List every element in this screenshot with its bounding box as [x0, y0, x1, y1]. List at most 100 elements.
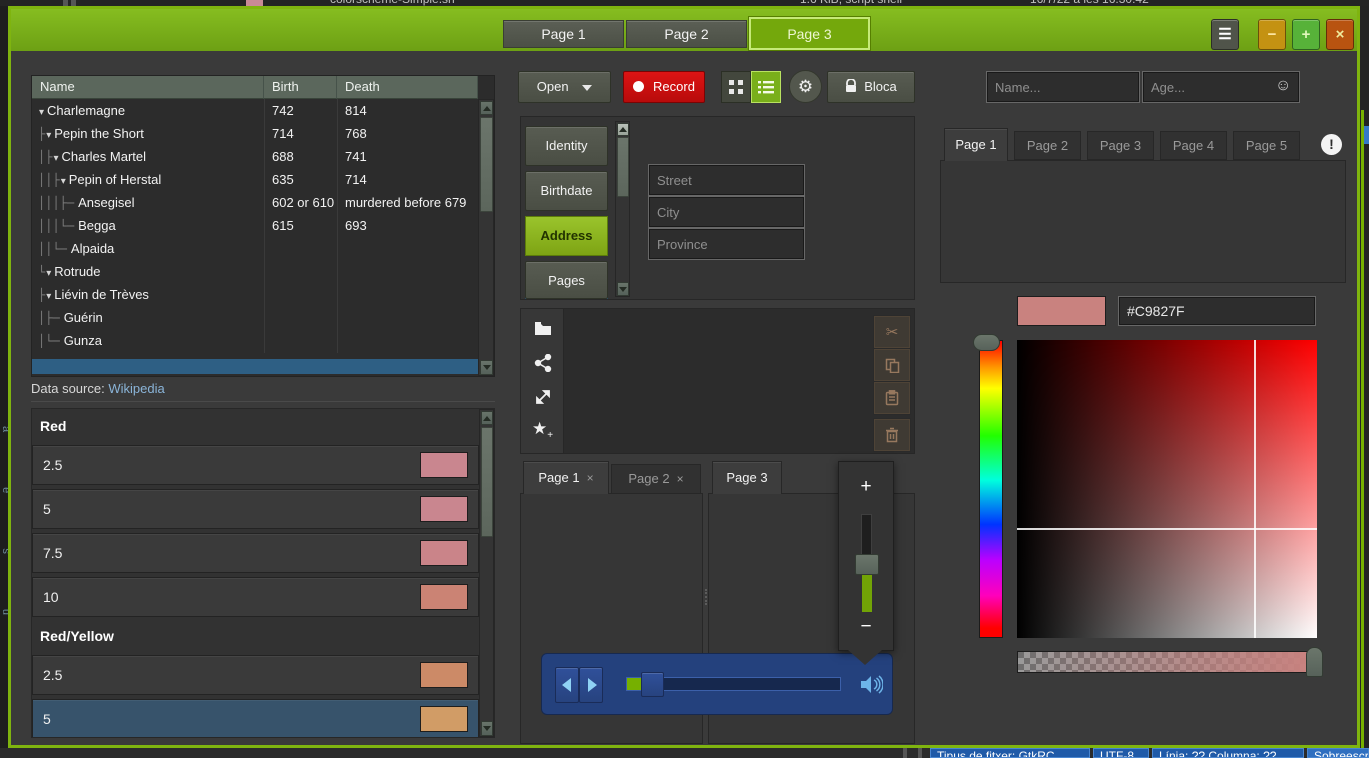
maximize-button[interactable]: +: [1292, 19, 1320, 50]
close-button[interactable]: ×: [1326, 19, 1354, 50]
column-header-death[interactable]: Death: [337, 76, 478, 99]
scroll-down-button[interactable]: [617, 282, 629, 296]
street-field[interactable]: [648, 164, 805, 196]
sidebar-item-identity[interactable]: Identity: [525, 126, 608, 166]
scrollbar-thumb[interactable]: [481, 427, 493, 537]
settings-button[interactable]: ⚙: [789, 70, 822, 103]
zoom-in-button[interactable]: +: [839, 476, 893, 498]
table-row[interactable]: ││└─Alpaida: [32, 237, 478, 260]
alpha-slider-handle[interactable]: [1306, 647, 1323, 677]
status-position: Línia: ?? Columna: ??: [1152, 748, 1304, 758]
delete-button-disabled[interactable]: [873, 418, 911, 452]
tab-right-page2[interactable]: Page 2: [1014, 131, 1081, 160]
expander-icon[interactable]: ▾: [45, 130, 54, 141]
hue-slider[interactable]: [979, 340, 1003, 638]
scroll-down-button[interactable]: [480, 360, 493, 375]
saturation-value-plane[interactable]: [1017, 340, 1317, 638]
seek-slider-handle[interactable]: [641, 672, 664, 697]
list-item-selected[interactable]: 5: [32, 699, 479, 738]
scroll-up-button[interactable]: [480, 101, 493, 115]
table-row[interactable]: │└─Gunza: [32, 329, 478, 352]
tab-mid-page2[interactable]: Page 2×: [611, 464, 701, 494]
open-button[interactable]: Open: [518, 71, 611, 103]
warning-icon[interactable]: !: [1321, 134, 1342, 155]
list-item[interactable]: 7.5: [32, 533, 479, 573]
hex-color-input[interactable]: [1118, 296, 1316, 326]
tree-scrollbar[interactable]: [478, 99, 494, 376]
name-input[interactable]: [986, 71, 1140, 103]
record-button[interactable]: Record: [623, 71, 705, 103]
hue-slider-handle[interactable]: [973, 334, 1000, 351]
selected-row[interactable]: [32, 359, 478, 374]
sidebar-item-birthdate[interactable]: Birthdate: [525, 171, 608, 211]
expander-icon[interactable]: ▾: [45, 291, 54, 302]
expander-icon[interactable]: ▾: [45, 268, 54, 279]
list-item[interactable]: 2.5: [32, 445, 479, 485]
tab-close-icon[interactable]: ×: [677, 472, 684, 486]
share-icon[interactable]: [534, 354, 552, 372]
fullscreen-icon[interactable]: [534, 388, 552, 406]
titlebar-tab-page1[interactable]: Page 1: [503, 20, 624, 48]
tab-close-icon[interactable]: ×: [587, 471, 594, 485]
tab-right-page1[interactable]: Page 1: [944, 128, 1008, 161]
tab-mid-page1[interactable]: Page 1×: [523, 461, 609, 494]
titlebar-tab-page3[interactable]: Page 3: [749, 17, 870, 50]
lock-icon: [845, 79, 857, 93]
previous-button[interactable]: [555, 667, 579, 703]
next-button[interactable]: [579, 667, 603, 703]
minimize-button[interactable]: −: [1258, 19, 1286, 50]
star-new-icon[interactable]: ★+: [532, 419, 553, 441]
paste-button-disabled[interactable]: [873, 381, 911, 415]
tab-right-page4[interactable]: Page 4: [1160, 131, 1227, 160]
column-header-name[interactable]: Name: [32, 76, 264, 99]
expander-icon[interactable]: ▾: [38, 107, 47, 118]
background-editor-strip: t t t e a a e s u: [0, 6, 8, 748]
table-row[interactable]: ├▾Pepin the Short 714 768: [32, 122, 478, 145]
list-item[interactable]: 2.5: [32, 655, 479, 695]
lock-button[interactable]: Bloca: [827, 71, 915, 103]
table-row[interactable]: ││├▾Pepin of Herstal 635 714: [32, 168, 478, 191]
list-item[interactable]: 10: [32, 577, 479, 617]
titlebar[interactable]: Page 1 Page 2 Page 3 ☰ − + ×: [11, 9, 1357, 51]
table-row[interactable]: │├─Guérin: [32, 306, 478, 329]
smiley-icon[interactable]: ☺: [1275, 77, 1291, 95]
copy-button-disabled[interactable]: [873, 348, 911, 382]
zoom-slider-handle[interactable]: [855, 554, 879, 575]
menu-button[interactable]: ☰: [1211, 19, 1239, 50]
table-row[interactable]: └▾Rotrude: [32, 260, 478, 283]
cut-button-disabled[interactable]: ✂: [873, 315, 911, 349]
titlebar-tab-page2[interactable]: Page 2: [626, 20, 747, 48]
scrollbar-thumb[interactable]: [480, 117, 493, 212]
zoom-out-button[interactable]: −: [839, 616, 893, 638]
table-row[interactable]: ├▾Liévin de Trèves: [32, 283, 478, 306]
sidebar-item-pages[interactable]: Pages: [525, 261, 608, 299]
table-row[interactable]: │├▾Charles Martel 688 741: [32, 145, 478, 168]
expander-icon[interactable]: ▾: [60, 176, 69, 187]
tab-right-page5[interactable]: Page 5: [1233, 131, 1300, 160]
alpha-slider[interactable]: [1017, 651, 1314, 673]
scrollbar-thumb[interactable]: [617, 137, 629, 197]
list-view-toggle-active[interactable]: [751, 71, 781, 103]
scissors-icon: ✂: [886, 323, 899, 341]
current-color-swatch[interactable]: [1017, 296, 1106, 326]
scroll-down-button[interactable]: [481, 721, 493, 736]
column-header-birth[interactable]: Birth: [264, 76, 337, 99]
scroll-up-button[interactable]: [481, 411, 493, 425]
list-scrollbar[interactable]: [479, 409, 494, 737]
table-row[interactable]: ▾Charlemagne 742 814: [32, 99, 478, 122]
wikipedia-link[interactable]: Wikipedia: [108, 381, 164, 396]
table-row[interactable]: │││└─Begga 615 693: [32, 214, 478, 237]
sidebar-item-address-active[interactable]: Address: [525, 216, 608, 256]
grid-view-toggle[interactable]: [721, 71, 751, 103]
city-field[interactable]: [648, 196, 805, 228]
scroll-up-button[interactable]: [617, 123, 629, 136]
list-item[interactable]: 5: [32, 489, 479, 529]
form-scrollbar[interactable]: [615, 121, 630, 297]
tab-mid-page3[interactable]: Page 3: [712, 461, 782, 494]
tab-right-page3[interactable]: Page 3: [1087, 131, 1154, 160]
folder-icon[interactable]: [534, 321, 552, 336]
province-field[interactable]: [648, 228, 805, 260]
table-row[interactable]: │││├─Ansegisel 602 or 610 murdered befor…: [32, 191, 478, 214]
zoom-slider-trough-upper[interactable]: [861, 514, 872, 556]
volume-icon[interactable]: [859, 674, 883, 695]
